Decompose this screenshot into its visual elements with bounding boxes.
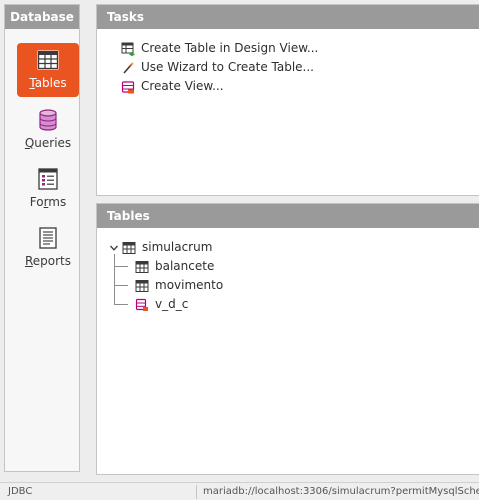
status-connection-url: mariadb://localhost:3306/simulacrum?perm… [203,486,479,497]
report-icon [39,227,57,249]
table-design-icon [121,42,135,56]
tree-node-v-d-c-label: v_d_c [155,297,189,311]
database-panel: Database Tables Queries Forms Reports [4,4,80,472]
chevron-down-icon[interactable] [109,243,119,253]
database-cylinder-icon [39,109,57,131]
sidebar-item-reports[interactable]: Reports [17,221,79,275]
form-icon [38,168,58,190]
tree-node-v-d-c[interactable]: v_d_c [135,295,255,313]
tree-node-balancete-label: balancete [155,259,215,273]
sidebar-item-forms-label: Forms [29,195,67,209]
table-icon [135,261,149,273]
table-grid-icon [37,50,59,70]
task-create-table-design-view-label: Create Table in Design View... [141,41,319,55]
table-icon [122,242,136,254]
sidebar-item-forms[interactable]: Forms [17,162,79,216]
status-separator [196,485,197,499]
task-create-view-label: Create View... [141,79,224,93]
tree-connector [114,266,128,267]
sidebar-item-queries-label: Queries [24,136,72,150]
sidebar-item-tables[interactable]: Tables [17,43,79,97]
tables-panel: Tables simulacrum balancete movimento v_… [96,203,479,475]
view-icon [135,298,148,311]
table-icon [135,280,149,292]
tree-node-simulacrum-label: simulacrum [142,240,213,254]
tree-node-movimento-label: movimento [155,278,224,292]
tree-connector [114,285,128,286]
sidebar-item-tables-label: Tables [29,76,67,90]
status-connection-type: JDBC [8,486,33,497]
task-use-wizard-create-table-label: Use Wizard to Create Table... [141,60,314,74]
wizard-wand-icon [123,62,134,74]
sidebar-item-reports-label: Reports [24,254,72,268]
tree-connector [114,304,128,305]
tree-node-movimento[interactable]: movimento [135,276,255,294]
database-panel-title: Database [5,5,79,29]
status-bar: JDBC mariadb://localhost:3306/simulacrum… [0,482,479,500]
tasks-panel: Tasks Create Table in Design View... Use… [96,4,479,196]
tree-connector-vertical [114,254,115,305]
tables-panel-title: Tables [97,204,479,228]
sidebar-item-queries[interactable]: Queries [17,103,79,157]
create-view-icon [121,81,135,94]
tasks-panel-title: Tasks [97,5,479,29]
tree-node-balancete[interactable]: balancete [135,257,255,275]
tree-node-simulacrum[interactable]: simulacrum [107,238,247,256]
